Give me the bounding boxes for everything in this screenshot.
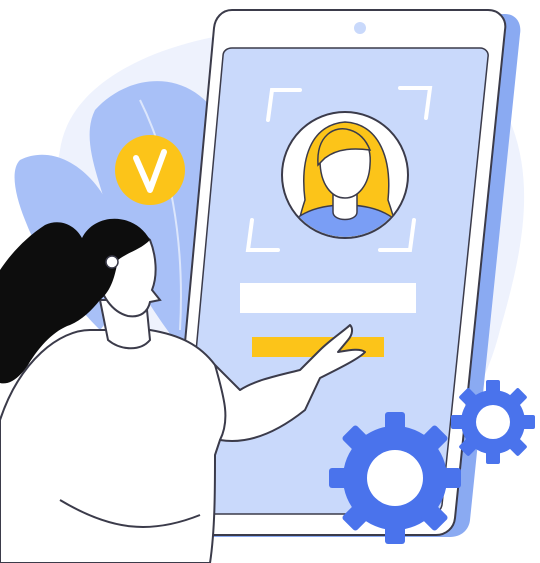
tablet-input-field	[240, 283, 416, 313]
identity-verification-illustration	[0, 9, 535, 563]
illustration-stage	[0, 0, 540, 563]
gear-small-icon	[451, 380, 535, 464]
check-badge-icon	[115, 135, 185, 205]
gear-icon	[329, 412, 461, 544]
tablet-camera-icon	[354, 22, 366, 34]
